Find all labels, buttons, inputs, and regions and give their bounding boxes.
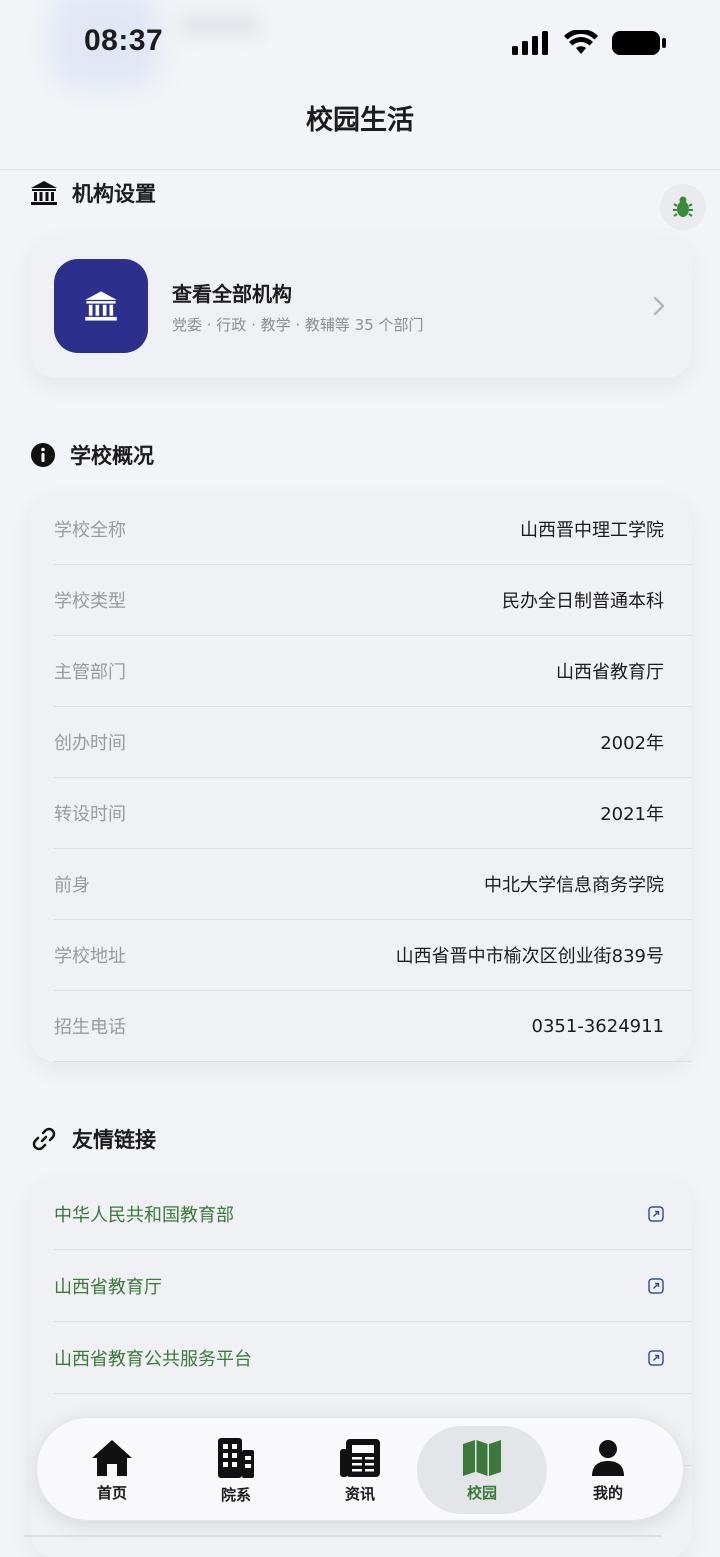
link-label: 山西省教育公共服务平台	[54, 1348, 252, 1370]
info-row: 学校全称 山西晋中理工学院	[54, 494, 692, 565]
wifi-icon	[564, 30, 598, 54]
info-value: 民办全日制普通本科	[502, 591, 664, 612]
info-key: 转设时间	[54, 804, 126, 825]
info-row: 转设时间 2021年	[54, 778, 692, 849]
info-value: 山西晋中理工学院	[520, 520, 664, 541]
building-icon	[218, 1437, 254, 1478]
tab-label: 校园	[466, 1483, 497, 1502]
chevron-right-icon	[653, 296, 665, 316]
institutions-section-title: 机构设置	[72, 182, 156, 206]
status-time: 08:37	[84, 24, 164, 57]
institution-icon	[54, 259, 148, 353]
info-key: 招生电话	[54, 1017, 126, 1038]
tab-label: 资讯	[344, 1484, 375, 1503]
debug-button[interactable]	[660, 184, 706, 230]
tab-departments[interactable]: 院系	[171, 1426, 301, 1514]
info-key: 前身	[54, 875, 90, 896]
info-row: 创办时间 2002年	[54, 707, 692, 778]
info-value: 山西省晋中市榆次区创业街839号	[395, 946, 664, 967]
tab-news[interactable]: 资讯	[295, 1426, 425, 1514]
info-key: 学校全称	[54, 520, 126, 541]
person-icon	[592, 1439, 624, 1476]
info-value: 2021年	[600, 804, 664, 825]
all-institutions-card[interactable]: 查看全部机构 党委 · 行政 · 教学 · 教辅等 35 个部门	[30, 236, 692, 378]
info-row: 学校地址 山西省晋中市榆次区创业街839号	[54, 920, 692, 991]
tab-home[interactable]: 首页	[47, 1426, 177, 1514]
external-link-icon	[648, 1205, 664, 1222]
tab-profile[interactable]: 我的	[543, 1426, 673, 1514]
info-icon	[31, 443, 55, 467]
info-value: 山西省教育厅	[556, 662, 664, 683]
tab-label: 院系	[220, 1485, 251, 1504]
list-divider	[24, 1535, 662, 1537]
links-section-header: 友情链接	[30, 1124, 156, 1154]
tab-label: 我的	[592, 1483, 623, 1502]
info-value: 中北大学信息商务学院	[484, 875, 664, 896]
battery-icon	[612, 31, 666, 55]
institutions-section-header: 机构设置	[30, 178, 156, 208]
links-section-title: 友情链接	[72, 1128, 156, 1152]
status-bar: 08:37	[0, 0, 720, 90]
bank-icon	[31, 181, 57, 205]
institutions-card-title: 查看全部机构	[172, 282, 292, 306]
external-link-icon	[648, 1277, 664, 1294]
info-row: 主管部门 山西省教育厅	[54, 636, 692, 707]
nav-divider	[0, 169, 720, 170]
bug-icon	[673, 196, 693, 217]
external-link-icon	[648, 1349, 664, 1366]
status-icons	[512, 30, 666, 56]
info-value: 2002年	[600, 733, 664, 754]
link-item[interactable]: 山西省教育厅	[54, 1250, 692, 1322]
page-title: 校园生活	[306, 105, 414, 136]
overview-section-header: 学校概况	[30, 440, 154, 470]
newspaper-icon	[340, 1438, 380, 1477]
tab-label: 首页	[96, 1483, 127, 1502]
link-label: 中华人民共和国教育部	[54, 1204, 234, 1226]
blurred-background-text	[180, 14, 260, 36]
tab-campus[interactable]: 校园	[417, 1426, 547, 1514]
cellular-signal-icon	[512, 31, 548, 55]
link-item[interactable]: 中华人民共和国教育部	[54, 1178, 692, 1250]
institutions-card-subtitle: 党委 · 行政 · 教学 · 教辅等 35 个部门	[172, 316, 424, 334]
link-icon	[32, 1127, 56, 1151]
home-icon	[92, 1439, 132, 1476]
tab-bar: 首页 院系 资讯 校园 我的	[36, 1417, 684, 1521]
school-overview-card: 学校全称 山西晋中理工学院 学校类型 民办全日制普通本科 主管部门 山西省教育厅…	[30, 494, 692, 1062]
info-key: 主管部门	[54, 662, 126, 683]
info-value: 0351-3624911	[531, 1015, 664, 1037]
link-item[interactable]: 山西省教育公共服务平台	[54, 1322, 692, 1394]
info-key: 学校类型	[54, 591, 126, 612]
overview-section-title: 学校概况	[70, 444, 154, 468]
info-row: 学校类型 民办全日制普通本科	[54, 565, 692, 636]
info-row: 前身 中北大学信息商务学院	[54, 849, 692, 920]
info-row: 招生电话 0351-3624911	[54, 991, 692, 1062]
link-label: 山西省教育厅	[54, 1276, 162, 1298]
map-icon	[463, 1439, 501, 1476]
info-key: 学校地址	[54, 946, 126, 967]
info-key: 创办时间	[54, 733, 126, 754]
